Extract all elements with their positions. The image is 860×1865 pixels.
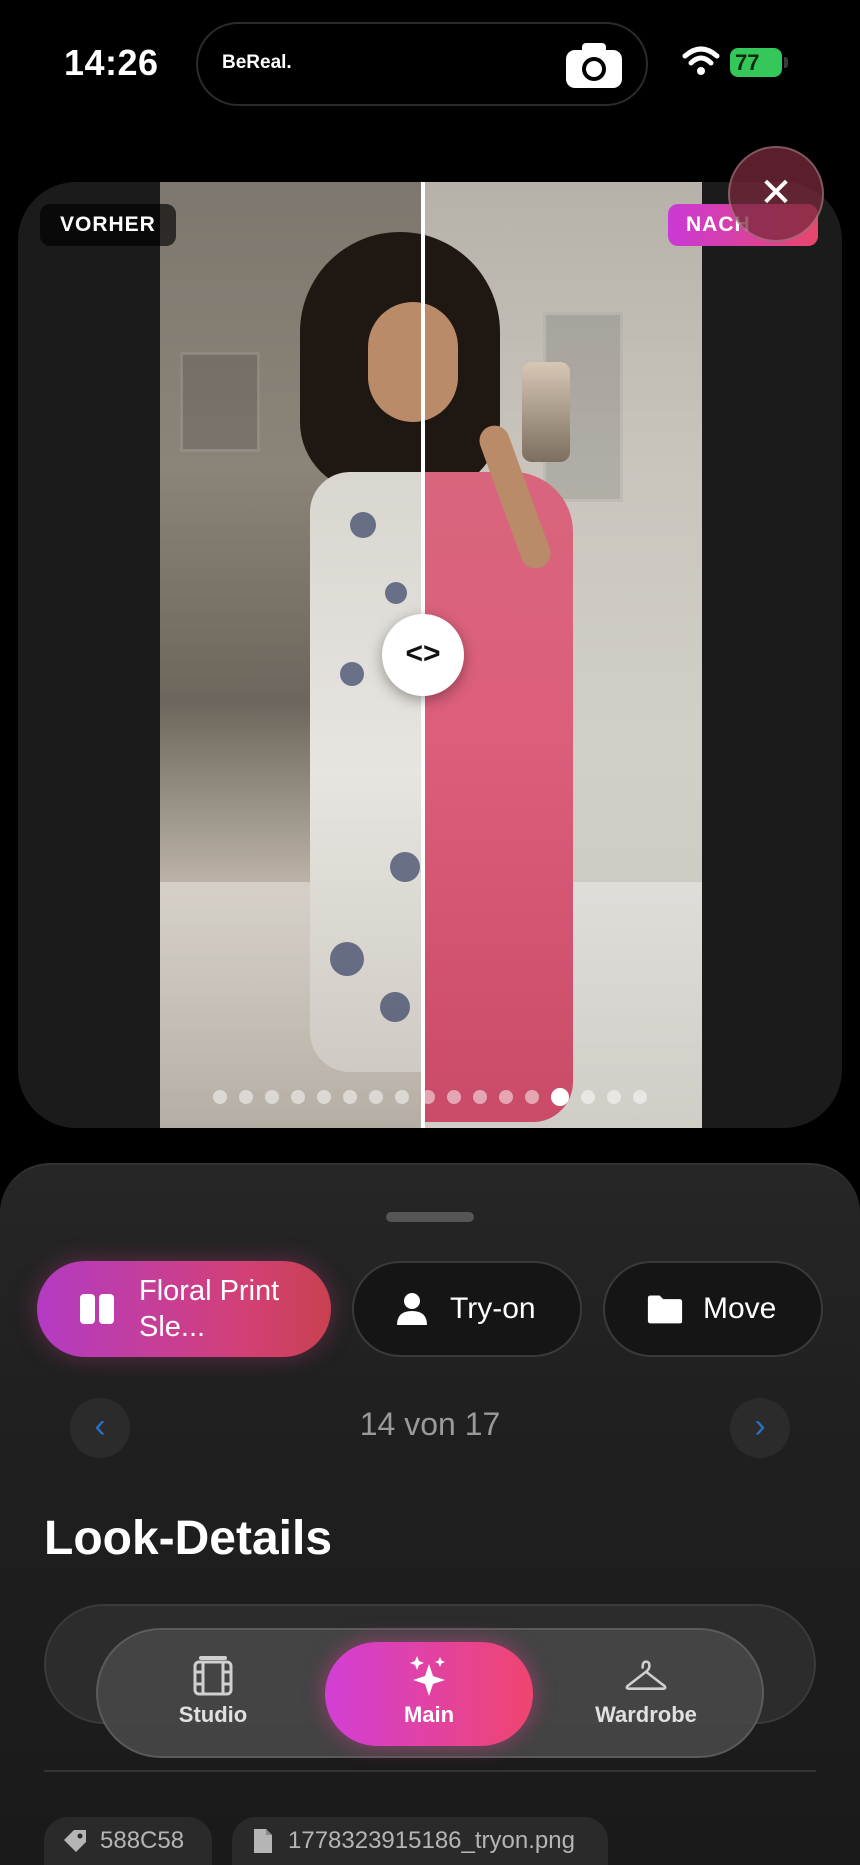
battery-cap xyxy=(784,57,788,68)
page-indicator[interactable] xyxy=(18,1088,842,1110)
look-id-chip[interactable]: 588C58 xyxy=(44,1817,212,1865)
try-on-label: Try-on xyxy=(450,1292,536,1325)
try-on-button[interactable]: Try-on xyxy=(352,1261,582,1357)
floral-motif xyxy=(330,942,364,976)
page-dot-active[interactable] xyxy=(551,1088,569,1106)
tab-wardrobe-label: Wardrobe xyxy=(595,1702,697,1727)
island-app-label: BeReal. xyxy=(222,52,292,73)
tab-main-label: Main xyxy=(403,1702,455,1727)
tab-main[interactable]: Main xyxy=(325,1642,533,1746)
floral-motif xyxy=(380,992,410,1022)
look-title-label: Floral Print Sle... xyxy=(139,1275,280,1343)
phone-in-hand xyxy=(522,362,570,462)
page-dot[interactable] xyxy=(213,1090,227,1104)
page-dot[interactable] xyxy=(369,1090,383,1104)
page-dot[interactable] xyxy=(525,1090,539,1104)
film-icon xyxy=(193,1656,233,1696)
document-icon xyxy=(254,1829,272,1853)
page-dot[interactable] xyxy=(239,1090,253,1104)
comparison-slider-handle[interactable]: <> xyxy=(382,614,464,696)
person-icon xyxy=(397,1293,427,1325)
floral-motif xyxy=(350,512,376,538)
camera-icon xyxy=(566,43,622,88)
before-after-viewer[interactable]: <> VORHER NACH xyxy=(18,182,842,1128)
section-title: Look-Details xyxy=(44,1512,333,1565)
page-dot[interactable] xyxy=(633,1090,647,1104)
page-dot[interactable] xyxy=(395,1090,409,1104)
page-dot[interactable] xyxy=(447,1090,461,1104)
page-dot[interactable] xyxy=(317,1090,331,1104)
floral-motif xyxy=(390,852,420,882)
figure-face xyxy=(368,302,458,422)
move-button[interactable]: Move xyxy=(603,1261,823,1357)
status-time: 14:26 xyxy=(64,42,159,83)
move-label: Move xyxy=(703,1292,777,1325)
look-counter: 14 von 17 xyxy=(359,1406,501,1442)
floral-dress xyxy=(310,472,423,1072)
tag-icon xyxy=(64,1830,86,1852)
divider xyxy=(44,1770,816,1772)
sheet-grabber[interactable] xyxy=(386,1212,474,1222)
compare-icon xyxy=(80,1294,114,1324)
next-look-button[interactable]: › xyxy=(730,1398,790,1458)
wall-frame xyxy=(180,352,260,452)
tab-studio-label: Studio xyxy=(178,1702,248,1727)
tab-wardrobe[interactable]: Wardrobe xyxy=(560,1642,732,1746)
floral-motif xyxy=(340,662,364,686)
previous-look-button[interactable]: ‹ xyxy=(70,1398,130,1458)
battery-indicator: 77 xyxy=(730,48,782,77)
page-dot[interactable] xyxy=(499,1090,513,1104)
wifi-icon xyxy=(682,46,720,75)
page-dot[interactable] xyxy=(265,1090,279,1104)
floral-motif xyxy=(385,582,407,604)
before-label: VORHER xyxy=(40,204,176,246)
tab-studio[interactable]: Studio xyxy=(127,1642,299,1746)
page-dot[interactable] xyxy=(421,1090,435,1104)
file-name-label: 1778323915186_tryon.png xyxy=(288,1827,575,1854)
file-name-chip[interactable]: 1778323915186_tryon.png xyxy=(232,1817,608,1865)
page-dot[interactable] xyxy=(581,1090,595,1104)
hanger-icon xyxy=(625,1660,667,1690)
look-id-label: 588C58 xyxy=(100,1827,185,1854)
page-dot[interactable] xyxy=(607,1090,621,1104)
page-dot[interactable] xyxy=(473,1090,487,1104)
sparkles-icon xyxy=(410,1656,445,1696)
page-dot[interactable] xyxy=(343,1090,357,1104)
pink-dress xyxy=(423,472,573,1122)
close-button[interactable]: ✕ xyxy=(728,146,824,242)
folder-icon xyxy=(647,1295,683,1324)
page-dot[interactable] xyxy=(291,1090,305,1104)
look-title-button[interactable]: Floral Print Sle... xyxy=(37,1261,331,1357)
